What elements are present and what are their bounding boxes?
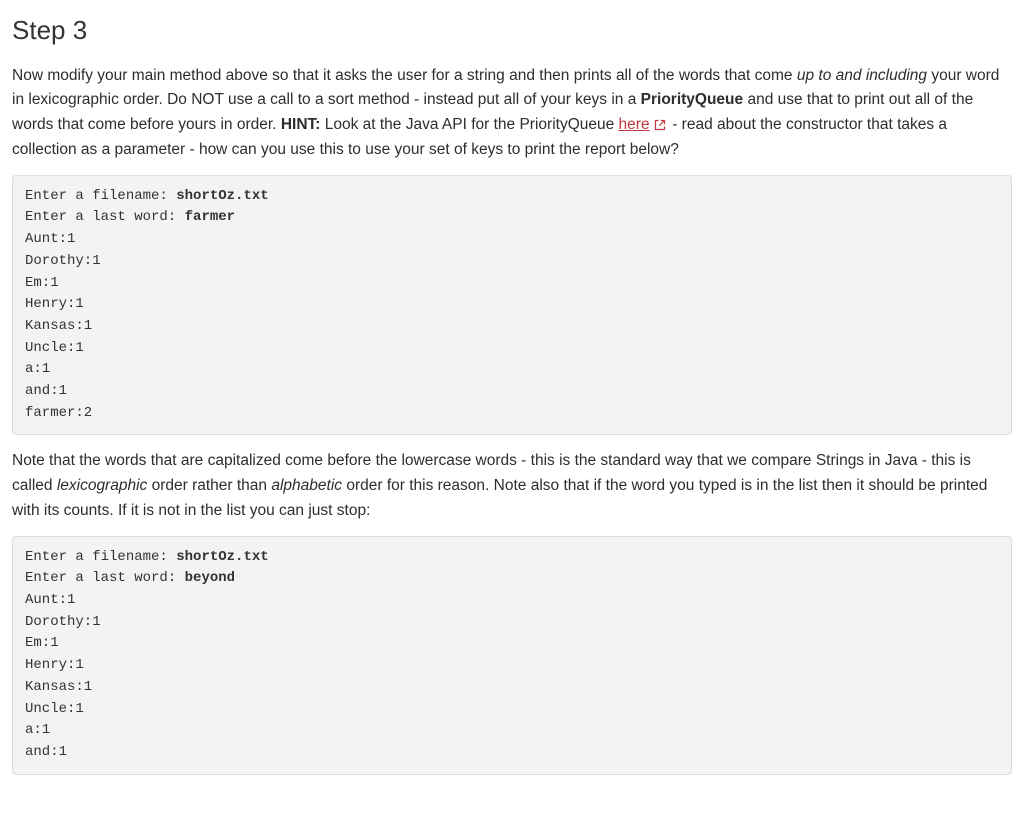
strong-priorityqueue: PriorityQueue (641, 91, 744, 108)
prompt-value: farmer (185, 209, 235, 225)
code-output-1: Enter a filename: shortOz.txt Enter a la… (12, 175, 1012, 436)
instruction-paragraph-2: Note that the words that are capitalized… (12, 449, 1012, 523)
prompt-label: Enter a last word: (25, 570, 185, 586)
emphasis-up-to-including: up to and including (797, 67, 927, 84)
output-lines: Aunt:1 Dorothy:1 Em:1 Henry:1 Kansas:1 U… (25, 592, 101, 760)
code-output-2: Enter a filename: shortOz.txt Enter a la… (12, 536, 1012, 775)
output-lines: Aunt:1 Dorothy:1 Em:1 Henry:1 Kansas:1 U… (25, 231, 101, 421)
prompt-value: shortOz.txt (176, 188, 268, 204)
text: Look at the Java API for the PriorityQue… (320, 116, 618, 133)
api-link[interactable]: here (619, 116, 650, 133)
prompt-label: Enter a filename: (25, 188, 176, 204)
strong-hint: HINT: (281, 116, 321, 133)
step-heading: Step 3 (12, 10, 1012, 52)
instruction-paragraph-1: Now modify your main method above so tha… (12, 64, 1012, 163)
prompt-label: Enter a last word: (25, 209, 185, 225)
prompt-value: shortOz.txt (176, 549, 268, 565)
emphasis-lexicographic: lexicographic (57, 477, 147, 494)
external-link-icon (654, 119, 666, 131)
text: order rather than (147, 477, 271, 494)
prompt-value: beyond (185, 570, 235, 586)
text: Now modify your main method above so tha… (12, 67, 797, 84)
prompt-label: Enter a filename: (25, 549, 176, 565)
emphasis-alphabetic: alphabetic (271, 477, 342, 494)
